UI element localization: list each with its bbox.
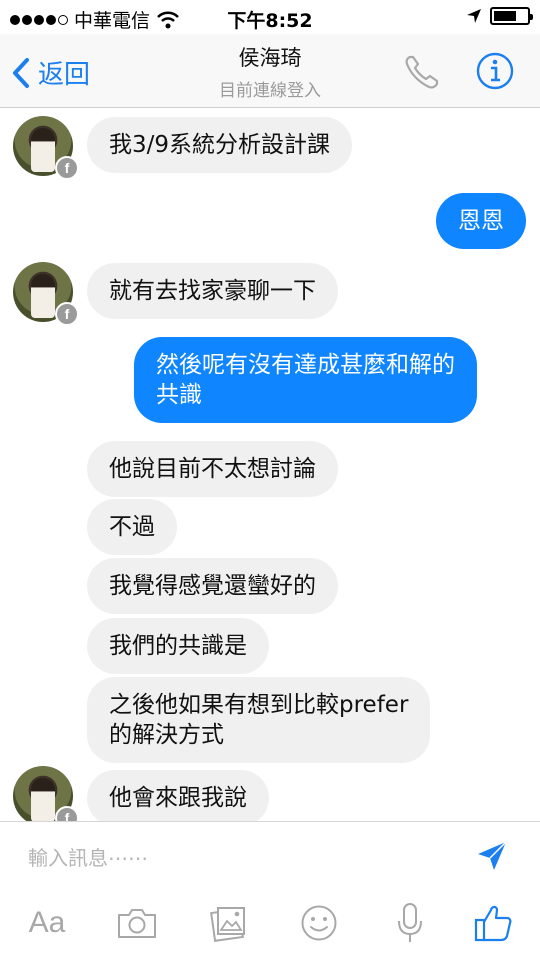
photo-gallery-button[interactable] xyxy=(207,900,249,946)
message-bubble-incoming[interactable]: 我3/9系統分析設計課 xyxy=(87,117,353,173)
camera-button[interactable] xyxy=(114,900,160,946)
send-icon[interactable] xyxy=(476,840,508,872)
avatar[interactable]: f xyxy=(13,766,79,821)
like-icon xyxy=(474,905,512,942)
message-thread[interactable]: f 我3/9系統分析設計課 恩恩 f 就有去找家豪聊一下 然後呢有沒有達成甚麼和… xyxy=(0,109,540,821)
facebook-badge-icon: f xyxy=(55,156,79,180)
avatar[interactable]: f xyxy=(13,262,79,326)
contact-name: 侯海琦 xyxy=(238,46,302,70)
avatar[interactable]: f xyxy=(13,116,79,180)
location-icon xyxy=(467,9,481,23)
composer-toolbar: Aa xyxy=(0,900,540,950)
message-bubble-incoming[interactable]: 我們的共識是 xyxy=(87,618,269,674)
like-button[interactable] xyxy=(472,900,514,946)
info-icon[interactable] xyxy=(475,51,515,91)
status-right xyxy=(466,7,533,25)
title-block: 侯海琦 目前連線登入 xyxy=(0,42,540,101)
message-bubble-incoming[interactable]: 不過 xyxy=(87,499,177,555)
photo-gallery-icon xyxy=(210,907,245,942)
presence-status: 目前連線登入 xyxy=(219,81,321,101)
message-composer: 輸入訊息⋯⋯ Aa xyxy=(0,821,540,960)
message-bubble-incoming[interactable]: 他說目前不太想討論 xyxy=(87,441,338,497)
microphone-button[interactable] xyxy=(392,900,428,946)
message-bubble-incoming[interactable]: 我覺得感覺還蠻好的 xyxy=(87,558,338,614)
camera-icon xyxy=(118,909,156,938)
emoji-icon xyxy=(301,905,337,941)
message-bubble-incoming[interactable]: 就有去找家豪聊一下 xyxy=(87,263,338,319)
emoji-button[interactable] xyxy=(298,900,340,946)
message-bubble-outgoing[interactable]: 然後呢有沒有達成甚麼和解的 共識 xyxy=(134,337,477,423)
microphone-icon xyxy=(398,903,422,942)
conversation-header: 返回 侯海琦 目前連線登入 xyxy=(0,34,540,108)
text-format-button[interactable]: Aa xyxy=(22,900,72,946)
message-bubble-incoming[interactable]: 之後他如果有想到比較prefer 的解決方式 xyxy=(87,677,431,763)
phone-icon[interactable] xyxy=(402,52,442,92)
facebook-badge-icon: f xyxy=(55,302,79,326)
message-bubble-incoming[interactable]: 他會來跟我說 xyxy=(87,770,269,821)
battery-icon xyxy=(490,7,533,25)
status-bar: 中華電信 下午8:52 xyxy=(0,0,540,34)
message-input[interactable]: 輸入訊息⋯⋯ xyxy=(28,842,148,871)
status-time: 下午8:52 xyxy=(227,10,313,32)
message-bubble-outgoing[interactable]: 恩恩 xyxy=(436,193,526,249)
facebook-badge-icon: f xyxy=(55,806,79,821)
